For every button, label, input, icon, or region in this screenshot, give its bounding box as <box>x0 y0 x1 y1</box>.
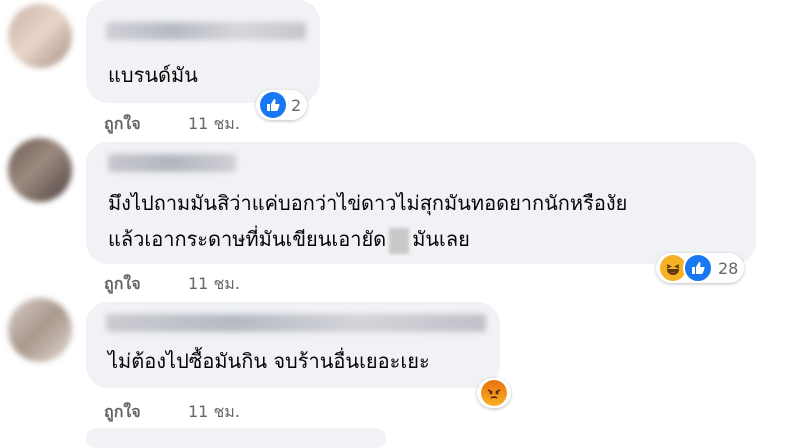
reaction-summary[interactable]: 28 <box>656 253 745 283</box>
avatar[interactable] <box>8 298 72 362</box>
comment-text-part: แล้วเอากระดาษที่มันเขียนเอายัด <box>108 227 387 251</box>
comment-text: แล้วเอากระดาษที่มันเขียนเอายัด มันเลย <box>108 222 470 256</box>
reaction-count: 28 <box>718 258 739 278</box>
comment-text: ไม่ต้องไปซื้อมันกิน จบร้านอื่นเยอะเยะ <box>108 349 430 373</box>
author-name[interactable] <box>108 154 236 172</box>
comment-bubble: แบรนด์มัน <box>86 0 320 103</box>
avatar[interactable] <box>8 4 72 68</box>
author-name[interactable] <box>106 22 306 40</box>
comment-timestamp[interactable]: 11 ชม. <box>188 272 240 297</box>
angry-icon <box>481 380 507 406</box>
like-button[interactable]: ถูกใจ <box>104 272 141 297</box>
comment-timestamp[interactable]: 11 ชม. <box>188 400 240 425</box>
like-button[interactable]: ถูกใจ <box>104 400 141 425</box>
reaction-summary[interactable] <box>477 378 511 408</box>
comment-bubble: ไม่ต้องไปซื้อมันกิน จบร้านอื่นเยอะเยะ <box>86 302 500 388</box>
comment-bubble <box>86 428 386 448</box>
like-button[interactable]: ถูกใจ <box>104 112 141 137</box>
comment-timestamp[interactable]: 11 ชม. <box>188 112 240 137</box>
like-icon <box>260 92 286 118</box>
reaction-count: 2 <box>291 95 302 115</box>
author-name[interactable] <box>106 314 486 332</box>
redacted-word <box>389 227 410 254</box>
comment-text-part: มันเลย <box>412 227 470 251</box>
comment-text: มึงไปถามมันสิว่าแค่บอกว่าไข่ดาวไม่สุกมัน… <box>108 191 628 215</box>
comment-bubble: มึงไปถามมันสิว่าแค่บอกว่าไข่ดาวไม่สุกมัน… <box>86 142 756 264</box>
reaction-summary[interactable]: 2 <box>256 90 308 120</box>
avatar[interactable] <box>8 138 72 202</box>
comment-text: แบรนด์มัน <box>108 63 198 87</box>
like-icon <box>683 253 713 283</box>
